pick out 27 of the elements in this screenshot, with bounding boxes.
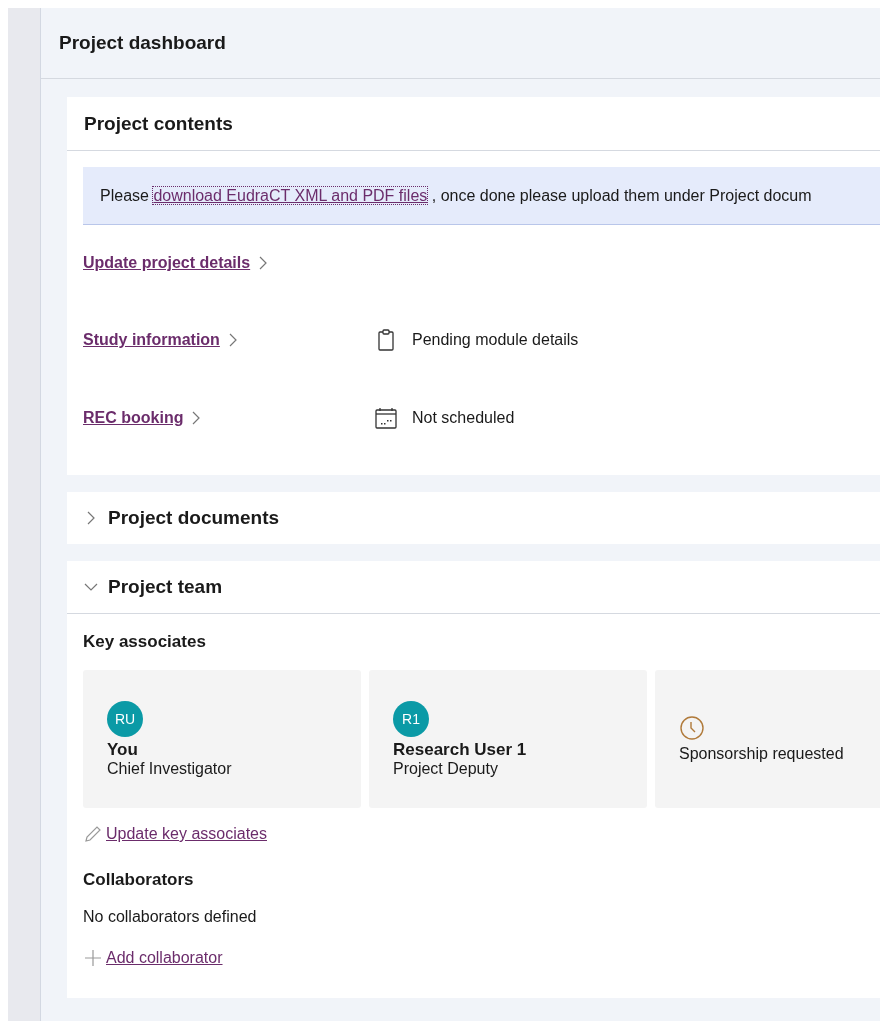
associate-name: Research User 1 (393, 739, 528, 760)
avatar: R1 (393, 700, 429, 737)
associate-role: Project Deputy (393, 759, 499, 778)
clock-icon (679, 715, 705, 741)
status-text: Pending module details (412, 331, 579, 349)
page-title: Project dashboard (59, 32, 226, 54)
plus-icon (83, 948, 103, 968)
section-link[interactable]: REC booking (83, 409, 184, 427)
associate-role: Chief Investigator (107, 759, 233, 778)
status-text: Not scheduled (412, 409, 515, 427)
download-link[interactable]: download EudraCT XML and PDF files (153, 186, 428, 204)
banner-text: Please download EudraCT XML and PDF files , once done please upload them under Project docum (100, 186, 812, 205)
pencil-icon (83, 824, 103, 844)
calendar-icon (374, 406, 398, 430)
section-link[interactable]: Study information (83, 331, 220, 349)
subsection-title: Key associates (83, 632, 207, 652)
empty-message: No collaborators defined (83, 908, 258, 926)
associate-status: Sponsorship requested (679, 745, 845, 763)
subsection-title: Collaborators (83, 870, 195, 890)
add-collaborator-link[interactable]: Add collaborator (106, 949, 223, 967)
avatar: RU (107, 700, 143, 737)
section-title: Project team (108, 576, 223, 598)
section-link[interactable]: Update project details (83, 254, 251, 272)
update-associates-link[interactable]: Update key associates (106, 825, 267, 843)
associate-name: You (107, 739, 139, 760)
card-title: Project contents (84, 112, 233, 135)
section-title: Project documents (108, 507, 280, 529)
